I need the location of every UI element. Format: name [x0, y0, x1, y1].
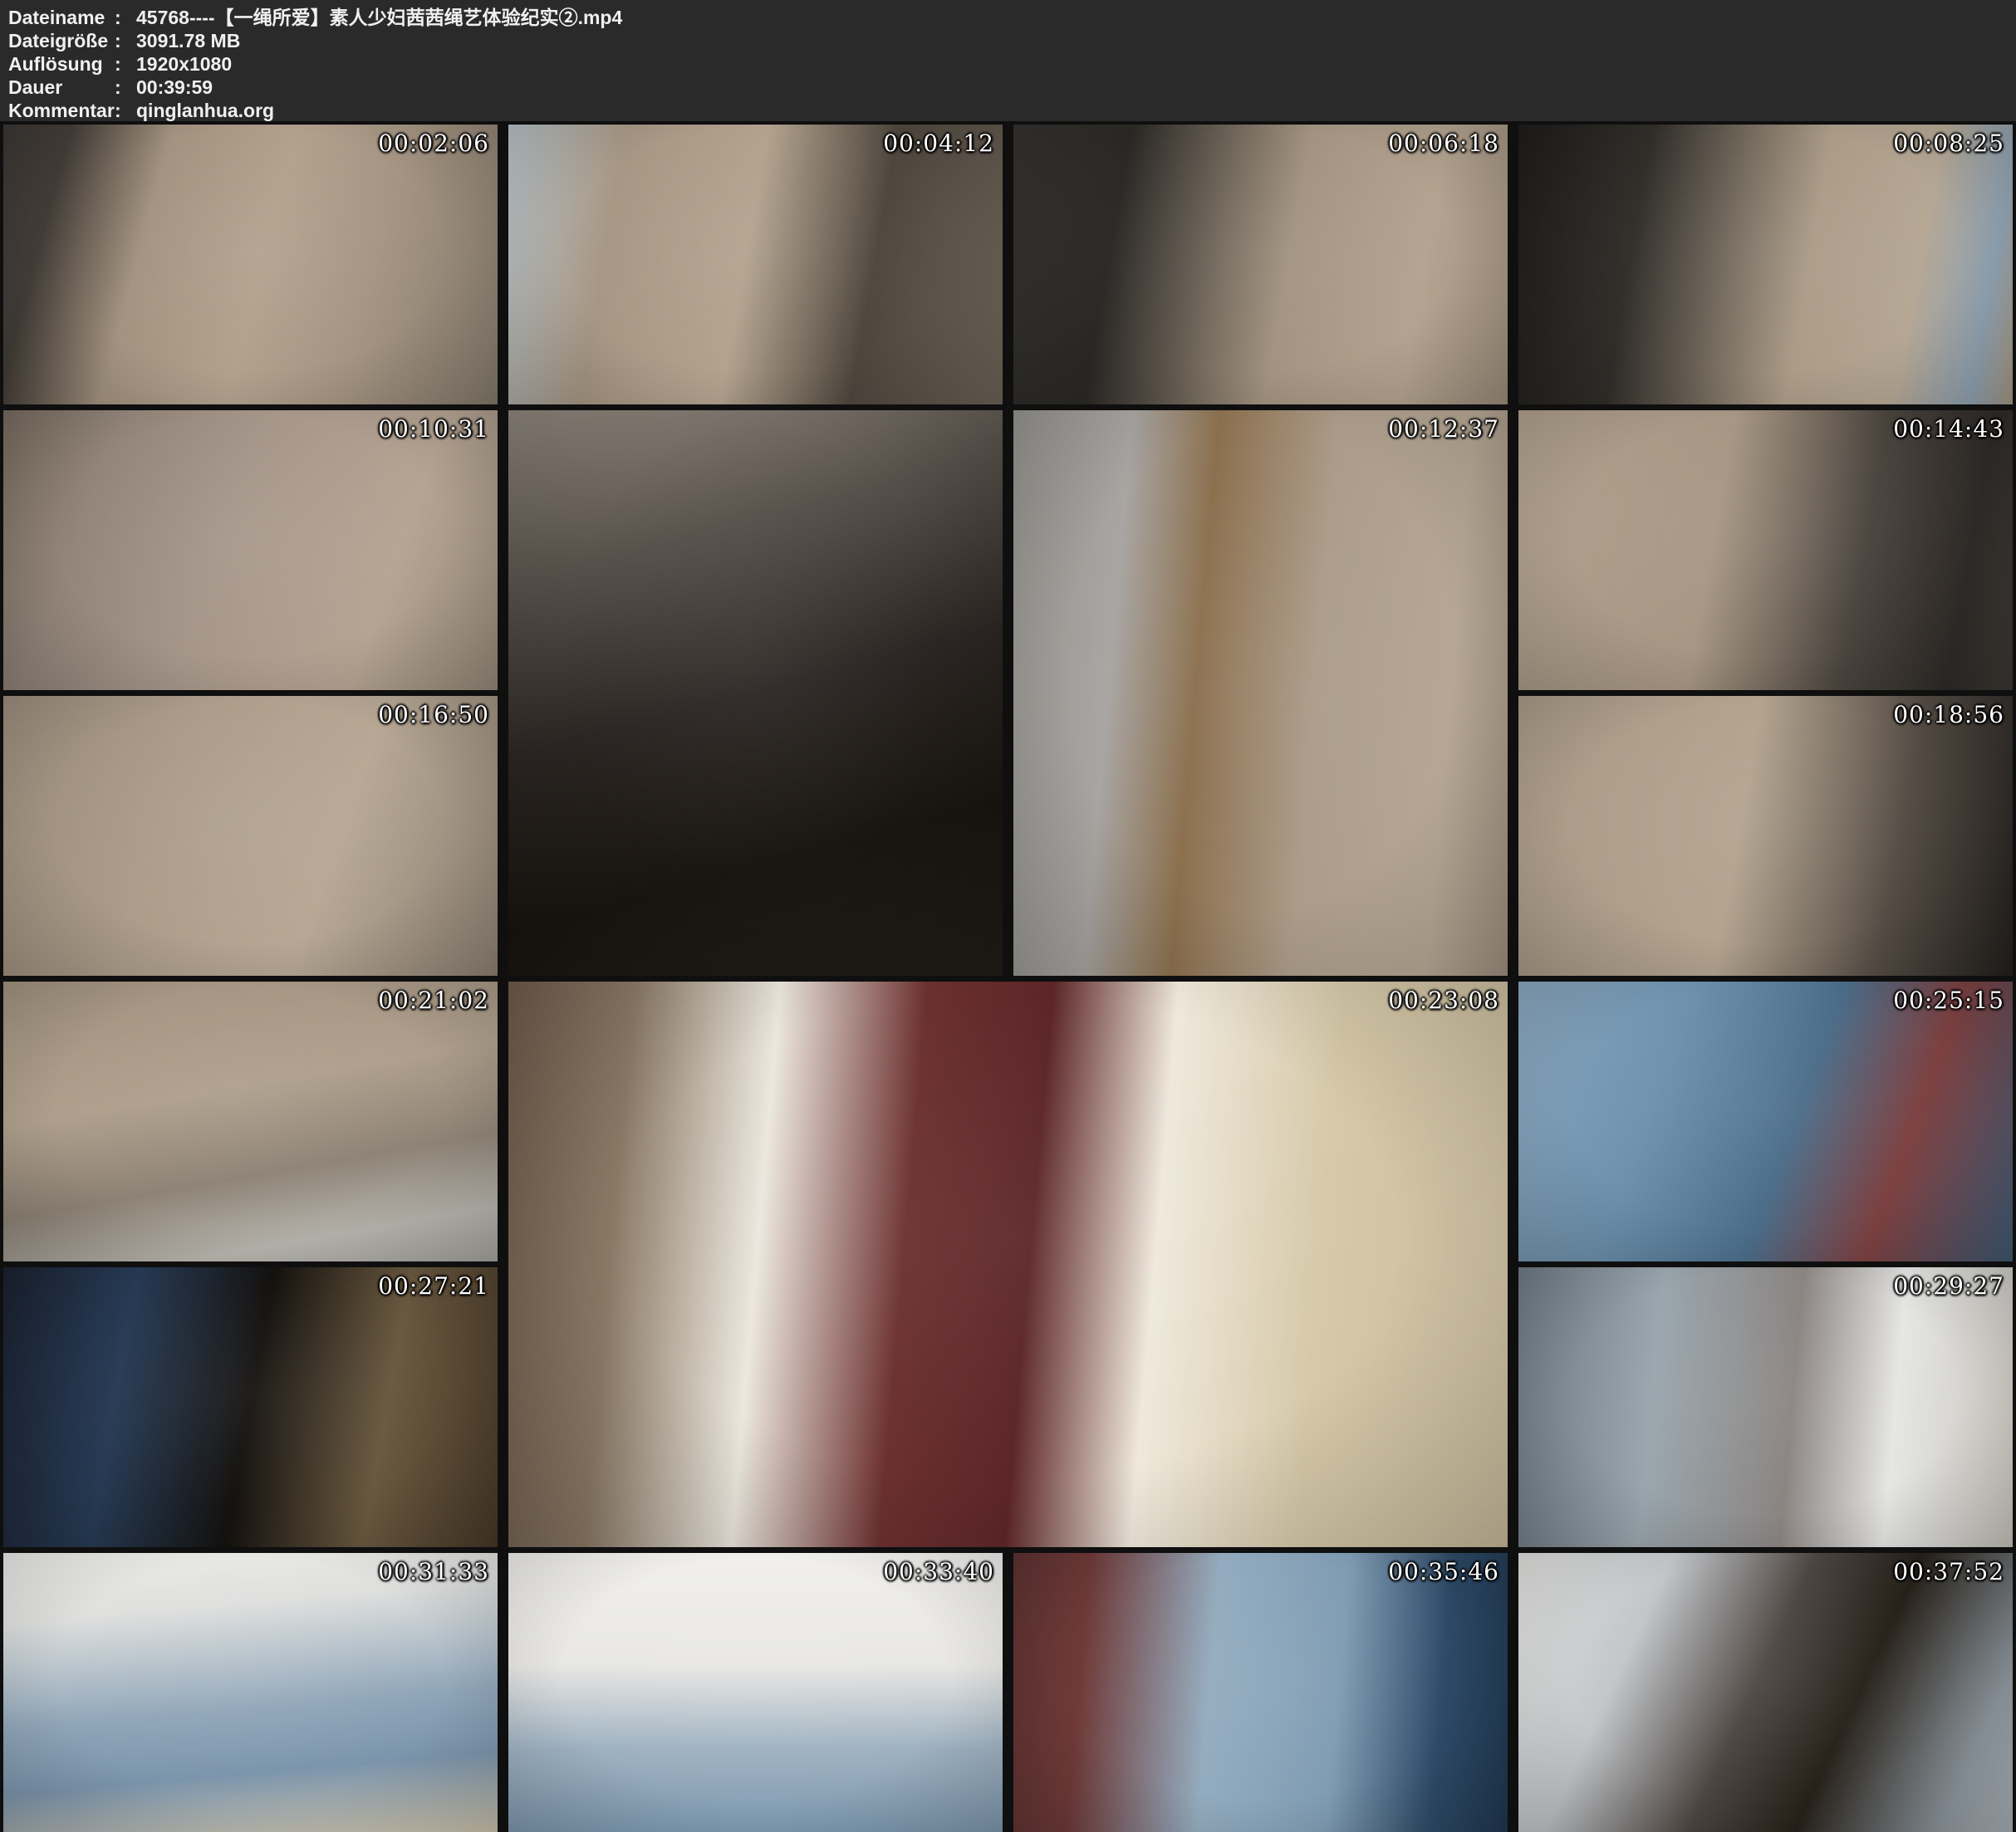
video-thumbnail-6-tall — [508, 410, 1003, 976]
metadata-label: Dauer — [8, 76, 115, 99]
timestamp-overlay: 00:08:25 — [1893, 130, 2004, 157]
timestamp-overlay: 00:35:46 — [1388, 1558, 1499, 1585]
timestamp-overlay: 00:14:43 — [1893, 415, 2004, 443]
video-thumbnail-11: 00:21:02 — [3, 982, 498, 1261]
video-contact-sheet: Dateiname : 45768----【一绳所爱】素人少妇茜茜绳艺体验纪实②… — [0, 0, 2016, 1832]
timestamp-overlay: 00:16:50 — [378, 701, 489, 728]
metadata-label: Dateiname — [8, 6, 115, 29]
timestamp-overlay: 00:23:08 — [1388, 987, 1499, 1014]
timestamp-overlay: 00:04:12 — [883, 130, 994, 157]
video-thumbnail-19: 00:37:52 — [1518, 1553, 2013, 1832]
metadata-value-resolution: 1920x1080 — [136, 52, 232, 76]
metadata-value-comment: qinglanhua.org — [136, 99, 274, 122]
timestamp-overlay: 00:29:27 — [1893, 1272, 2004, 1300]
metadata-label: Auflösung — [8, 52, 115, 76]
metadata-label: Dateigröße — [8, 29, 115, 52]
timestamp-overlay: 00:10:31 — [378, 415, 489, 443]
metadata-row-duration: Dauer : 00:39:59 — [8, 76, 2006, 99]
timestamp-overlay: 00:02:06 — [378, 130, 489, 157]
video-thumbnail-17: 00:33:40 — [508, 1553, 1003, 1832]
timestamp-overlay: 00:12:37 — [1388, 415, 1499, 443]
video-thumbnail-5: 00:10:31 — [3, 410, 498, 690]
video-thumbnail-16: 00:31:33 — [3, 1553, 498, 1832]
video-thumbnail-2: 00:04:12 — [508, 125, 1003, 404]
metadata-row-comment: Kommentar : qinglanhua.org — [8, 99, 2006, 122]
video-thumbnail-13: 00:25:15 — [1518, 982, 2013, 1261]
timestamp-overlay: 00:25:15 — [1893, 987, 2004, 1014]
video-thumbnail-8: 00:14:43 — [1518, 410, 2013, 690]
video-thumbnail-15: 00:29:27 — [1518, 1267, 2013, 1547]
metadata-row-resolution: Auflösung : 1920x1080 — [8, 52, 2006, 76]
metadata-value-filename: 45768----【一绳所爱】素人少妇茜茜绳艺体验纪实②.mp4 — [136, 6, 622, 29]
timestamp-overlay: 00:31:33 — [378, 1558, 489, 1585]
video-thumbnail-4: 00:08:25 — [1518, 125, 2013, 404]
metadata-separator: : — [115, 6, 136, 29]
video-thumbnail-9: 00:16:50 — [3, 696, 498, 976]
metadata-separator: : — [115, 52, 136, 76]
video-thumbnail-3: 00:06:18 — [1013, 125, 1508, 404]
thumbnail-grid: 00:02:06 00:04:12 00:06:18 00:08:25 00:1… — [3, 125, 2013, 1832]
metadata-value-duration: 00:39:59 — [136, 76, 213, 99]
metadata-separator: : — [115, 99, 136, 122]
timestamp-overlay: 00:06:18 — [1388, 130, 1499, 157]
video-thumbnail-18: 00:35:46 — [1013, 1553, 1508, 1832]
timestamp-overlay: 00:18:56 — [1893, 701, 2004, 728]
timestamp-overlay: 00:33:40 — [883, 1558, 994, 1585]
timestamp-overlay: 00:27:21 — [378, 1272, 489, 1300]
video-thumbnail-10: 00:18:56 — [1518, 696, 2013, 976]
metadata-row-filesize: Dateigröße : 3091.78 MB — [8, 29, 2006, 52]
timestamp-overlay: 00:21:02 — [378, 987, 489, 1014]
metadata-separator: : — [115, 76, 136, 99]
timestamp-overlay: 00:37:52 — [1893, 1558, 2004, 1585]
metadata-separator: : — [115, 29, 136, 52]
video-thumbnail-7-tall: 00:12:37 — [1013, 410, 1508, 976]
metadata-row-filename: Dateiname : 45768----【一绳所爱】素人少妇茜茜绳艺体验纪实②… — [8, 6, 2006, 29]
video-thumbnail-12-large: 00:23:08 — [508, 982, 1508, 1547]
metadata-label: Kommentar — [8, 99, 115, 122]
video-thumbnail-14: 00:27:21 — [3, 1267, 498, 1547]
file-metadata-header: Dateiname : 45768----【一绳所爱】素人少妇茜茜绳艺体验纪实②… — [0, 0, 2016, 123]
video-thumbnail-1: 00:02:06 — [3, 125, 498, 404]
metadata-value-filesize: 3091.78 MB — [136, 29, 240, 52]
